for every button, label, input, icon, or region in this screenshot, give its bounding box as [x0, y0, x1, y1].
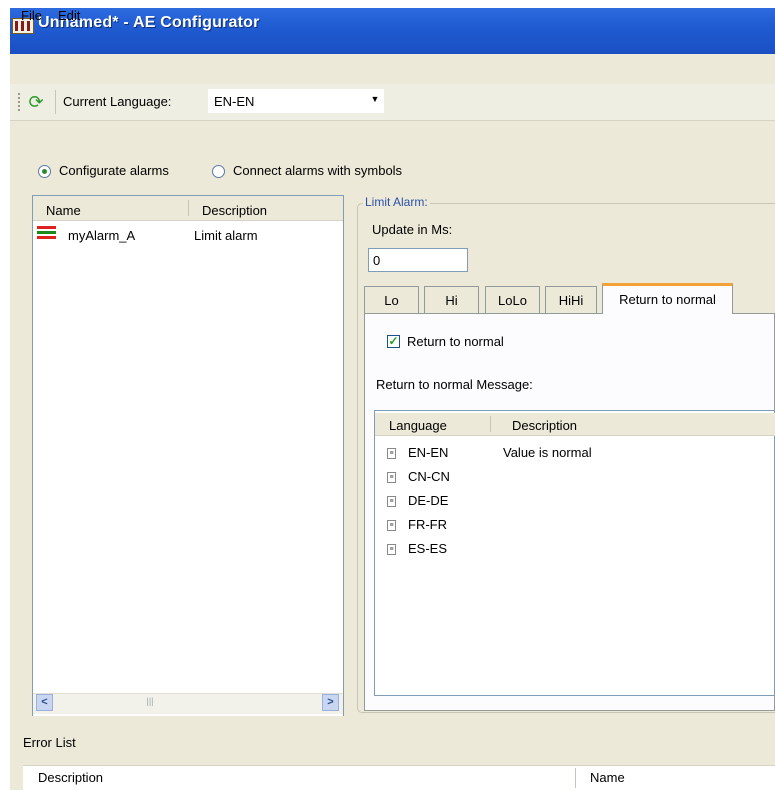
- list-entry-icon: ≡: [387, 520, 396, 531]
- language-select-value: EN-EN: [214, 94, 255, 109]
- column-header-name[interactable]: Name: [590, 770, 625, 785]
- column-header-language[interactable]: Language: [389, 418, 447, 433]
- language-cell[interactable]: DE-DE: [408, 493, 448, 508]
- return-to-normal-checkbox-label[interactable]: Return to normal: [407, 334, 504, 349]
- limit-alarm-group-title: Limit Alarm:: [363, 195, 430, 209]
- error-list-title: Error List: [23, 735, 76, 750]
- scrollbar-thumb-grip[interactable]: |||: [140, 696, 160, 710]
- column-divider[interactable]: [575, 768, 576, 788]
- tab-hihi[interactable]: HiHi: [545, 286, 597, 313]
- language-cell[interactable]: CN-CN: [408, 469, 450, 484]
- current-language-label: Current Language:: [63, 94, 172, 109]
- list-entry-icon: ≡: [387, 496, 396, 507]
- scroll-right-icon[interactable]: >: [322, 694, 339, 711]
- update-ms-label: Update in Ms:: [372, 222, 453, 237]
- language-cell[interactable]: FR-FR: [408, 517, 447, 532]
- tab-lo[interactable]: Lo: [364, 286, 419, 313]
- return-to-normal-checkbox[interactable]: ✓: [387, 335, 400, 348]
- menu-file[interactable]: File: [21, 8, 42, 23]
- radio-connect-symbols[interactable]: [212, 165, 225, 178]
- scroll-left-icon[interactable]: <: [36, 694, 53, 711]
- menu-bar: [10, 54, 775, 85]
- menu-edit[interactable]: Edit: [58, 8, 80, 23]
- column-header-description[interactable]: Description: [202, 203, 267, 218]
- radio-configurate-alarms[interactable]: [38, 165, 51, 178]
- alarm-name-cell: myAlarm_A: [68, 228, 136, 243]
- refresh-icon[interactable]: ⟳: [24, 90, 48, 114]
- tab-return-to-normal[interactable]: Return to normal: [602, 283, 733, 314]
- language-cell[interactable]: EN-EN: [408, 445, 448, 460]
- alarm-description-cell: Limit alarm: [194, 228, 258, 243]
- column-divider[interactable]: [490, 416, 491, 432]
- list-entry-icon: ≡: [387, 448, 396, 459]
- error-list-header: [23, 765, 775, 791]
- toolbar-separator: [55, 90, 56, 114]
- return-to-normal-message-label: Return to normal Message:: [376, 377, 533, 392]
- list-entry-icon: ≡: [387, 472, 396, 483]
- list-entry-icon: ≡: [387, 544, 396, 555]
- language-cell[interactable]: ES-ES: [408, 541, 447, 556]
- tab-lolo[interactable]: LoLo: [485, 286, 540, 313]
- description-cell[interactable]: Value is normal: [503, 445, 592, 460]
- alarm-list[interactable]: [32, 195, 344, 717]
- tab-hi[interactable]: Hi: [424, 286, 479, 313]
- radio-connect-symbols-label[interactable]: Connect alarms with symbols: [233, 163, 402, 178]
- chevron-down-icon[interactable]: ▼: [368, 94, 382, 104]
- column-header-name[interactable]: Name: [46, 203, 81, 218]
- column-header-description[interactable]: Description: [38, 770, 103, 785]
- update-ms-value: 0: [373, 253, 381, 268]
- column-header-description[interactable]: Description: [512, 418, 577, 433]
- update-ms-input[interactable]: [368, 248, 468, 272]
- alarm-limit-icon: [37, 226, 56, 239]
- column-divider[interactable]: [188, 200, 189, 216]
- toolbar-grip[interactable]: [18, 93, 22, 111]
- horizontal-scrollbar[interactable]: [33, 693, 343, 714]
- radio-configurate-alarms-label[interactable]: Configurate alarms: [59, 163, 169, 178]
